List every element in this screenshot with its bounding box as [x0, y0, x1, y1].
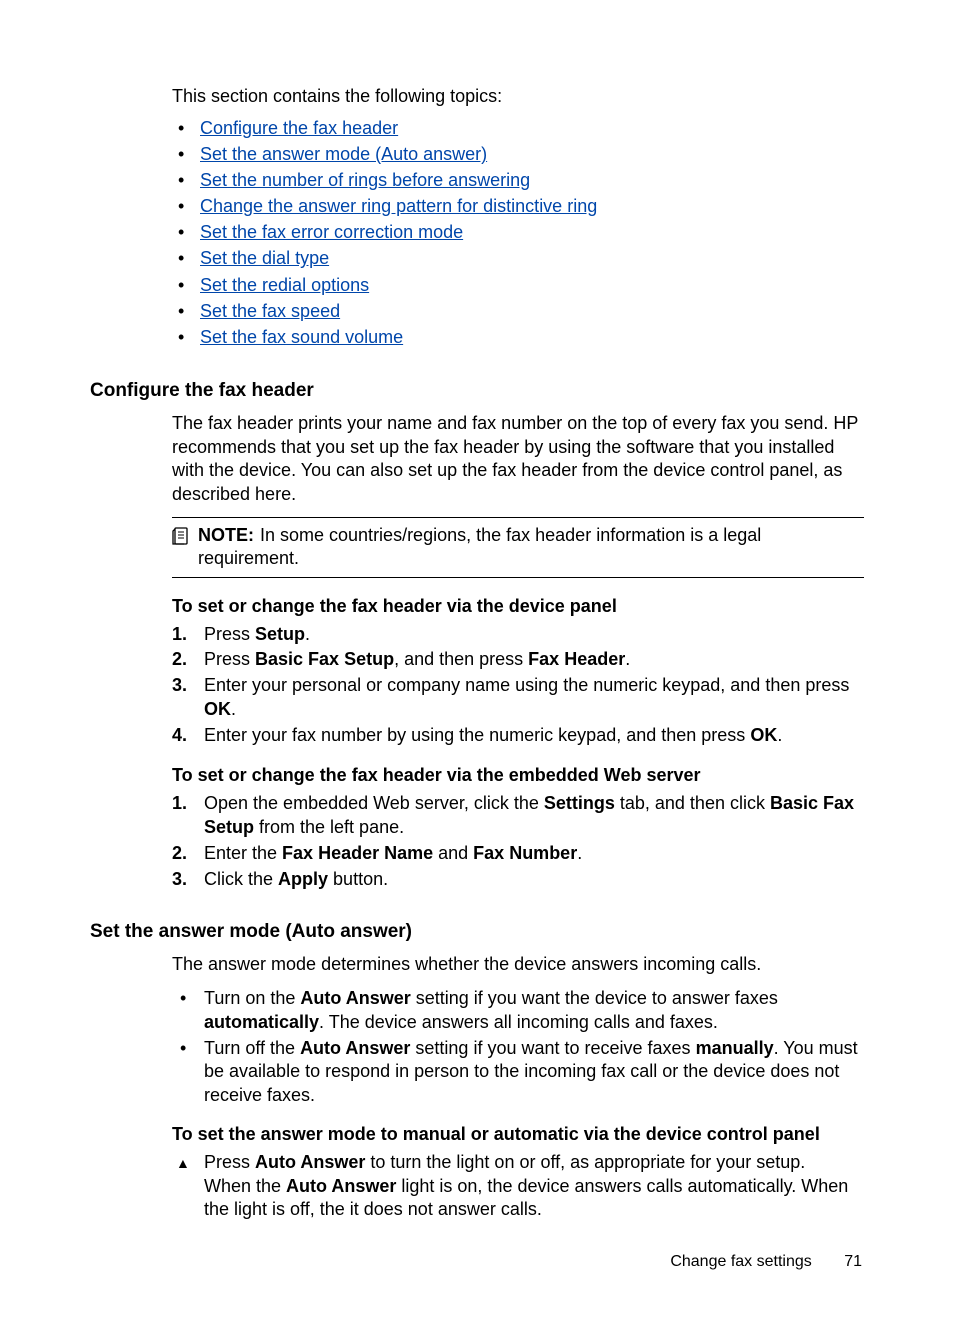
toc-link-set-dial-type[interactable]: Set the dial type	[200, 248, 329, 268]
triangle-step: Press Auto Answer to turn the light on o…	[172, 1151, 864, 1222]
page-number: 71	[844, 1253, 862, 1271]
steps-web-server: Open the embedded Web server, click the …	[172, 792, 864, 891]
heading-configure-fax-header: Configure the fax header	[90, 380, 864, 402]
note-box: NOTE:In some countries/regions, the fax …	[172, 517, 864, 578]
step-1: Open the embedded Web server, click the …	[172, 792, 864, 840]
toc-link-set-fax-sound-volume[interactable]: Set the fax sound volume	[200, 327, 403, 347]
bullets-answer-mode: Turn on the Auto Answer setting if you w…	[172, 987, 864, 1108]
toc-link-set-redial-options[interactable]: Set the redial options	[200, 275, 369, 295]
body-configure-fax-header: The fax header prints your name and fax …	[172, 412, 864, 507]
steps-device-panel: Press Setup. Press Basic Fax Setup, and …	[172, 623, 864, 748]
bullet-auto-on: Turn on the Auto Answer setting if you w…	[172, 987, 864, 1035]
toc-link-set-rings-before-answering[interactable]: Set the number of rings before answering	[200, 170, 530, 190]
triangle-list: Press Auto Answer to turn the light on o…	[172, 1151, 864, 1222]
step-3: Enter your personal or company name usin…	[172, 674, 864, 722]
bullet-auto-off: Turn off the Auto Answer setting if you …	[172, 1037, 864, 1108]
toc-link-configure-fax-header[interactable]: Configure the fax header	[200, 118, 398, 138]
body-set-answer-mode: The answer mode determines whether the d…	[172, 953, 864, 977]
toc-link-set-answer-mode[interactable]: Set the answer mode (Auto answer)	[200, 144, 487, 164]
heading-set-answer-mode-panel: To set the answer mode to manual or auto…	[172, 1124, 864, 1145]
toc-list: Configure the fax header Set the answer …	[172, 115, 864, 350]
heading-set-answer-mode: Set the answer mode (Auto answer)	[90, 921, 864, 943]
intro-text: This section contains the following topi…	[172, 86, 864, 107]
toc-link-change-ring-pattern[interactable]: Change the answer ring pattern for disti…	[200, 196, 597, 216]
footer: Change fax settings 71	[670, 1253, 862, 1271]
note-label: NOTE:	[198, 525, 254, 545]
note-text: In some countries/regions, the fax heade…	[198, 525, 761, 568]
footer-text: Change fax settings	[670, 1253, 811, 1270]
toc-link-set-fax-speed[interactable]: Set the fax speed	[200, 301, 340, 321]
step-2: Enter the Fax Header Name and Fax Number…	[172, 842, 864, 866]
step-1: Press Setup.	[172, 623, 864, 647]
heading-set-header-web-server: To set or change the fax header via the …	[172, 765, 864, 786]
step-2: Press Basic Fax Setup, and then press Fa…	[172, 648, 864, 672]
step-3: Click the Apply button.	[172, 868, 864, 892]
step-4: Enter your fax number by using the numer…	[172, 724, 864, 748]
heading-set-header-device-panel: To set or change the fax header via the …	[172, 596, 864, 617]
toc-link-set-error-correction[interactable]: Set the fax error correction mode	[200, 222, 463, 242]
note-icon	[172, 526, 192, 552]
